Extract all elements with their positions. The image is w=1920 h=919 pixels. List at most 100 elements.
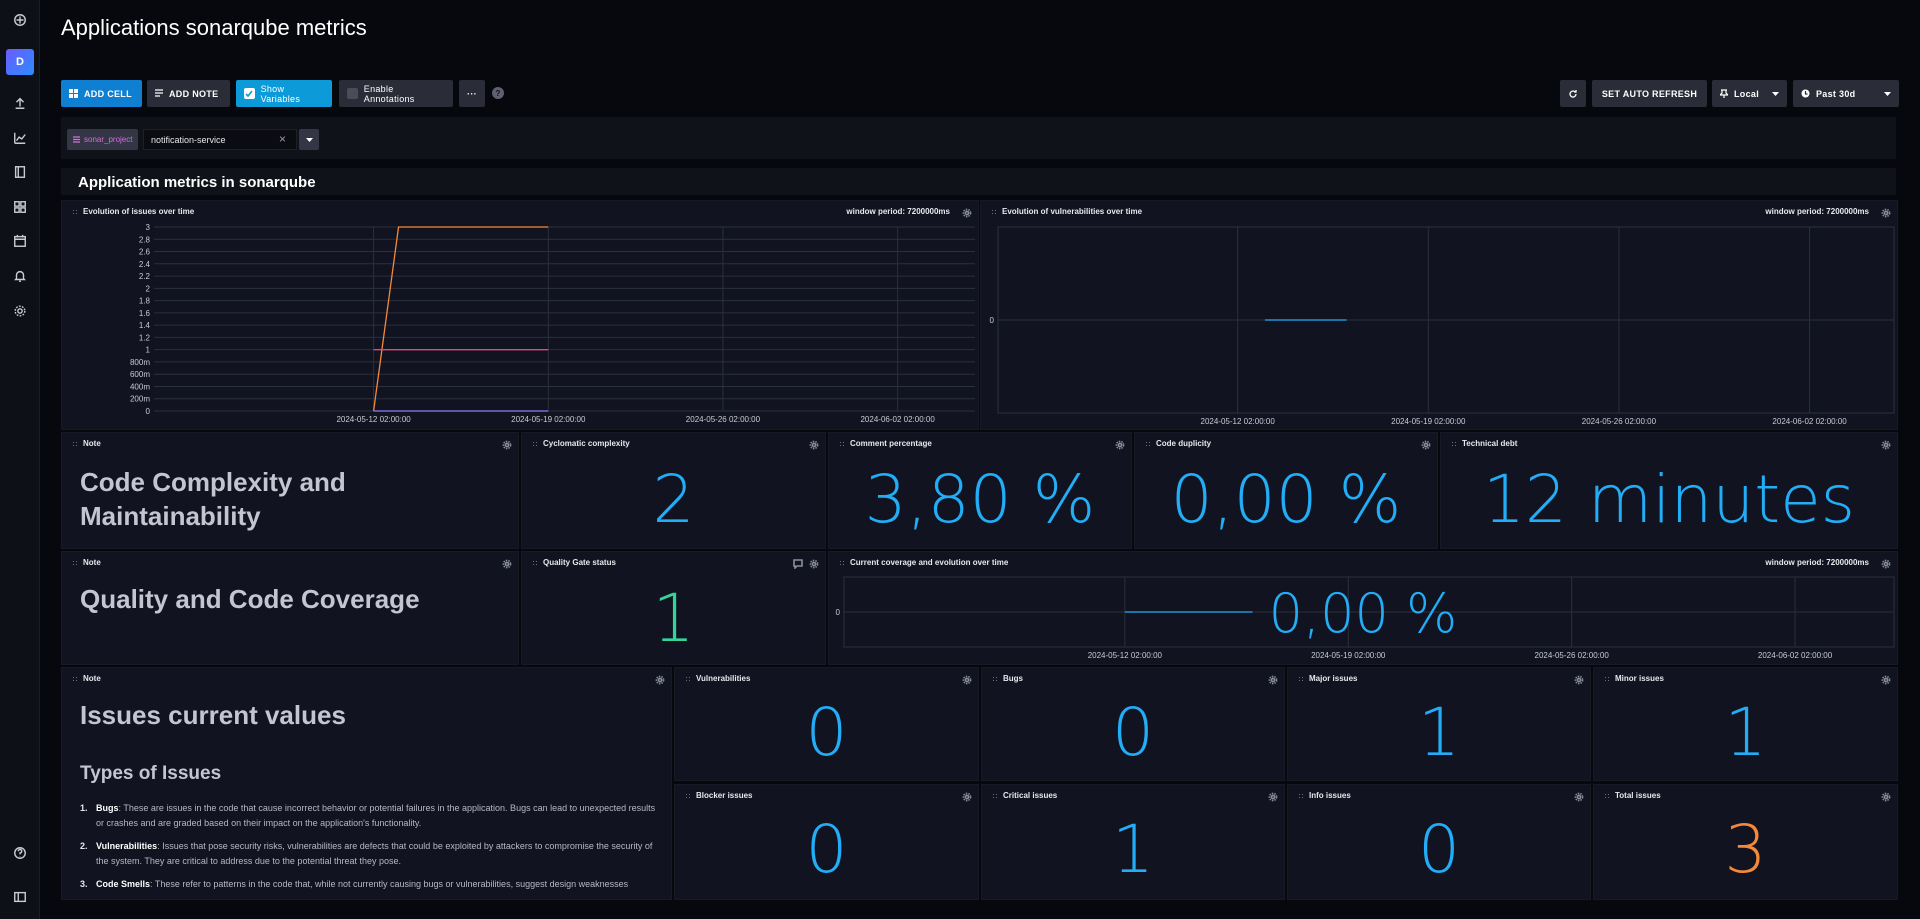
x-tick-label: 2024-06-02 02:00:00 — [860, 415, 935, 424]
drag-handle-icon[interactable] — [532, 559, 538, 566]
chevron-down-icon — [305, 137, 313, 142]
x-tick-label: 2024-05-26 02:00:00 — [686, 415, 761, 424]
list-item: 1. Bugs: These are issues in the code tha… — [80, 801, 660, 831]
cell-settings-icon[interactable] — [809, 556, 819, 569]
stat-value: 0 — [805, 694, 848, 771]
comment-percentage-cell: Comment percentage 3,80 % — [828, 432, 1132, 549]
timezone-dropdown[interactable]: Local — [1712, 80, 1787, 107]
variable-name: sonar_project — [84, 135, 133, 144]
stat-value: 1 — [652, 580, 695, 657]
help-icon[interactable] — [8, 841, 32, 865]
drag-handle-icon[interactable] — [1451, 440, 1457, 447]
cell-title: Blocker issues — [696, 791, 753, 800]
cell-settings-icon[interactable] — [962, 789, 972, 802]
bell-icon[interactable] — [8, 264, 32, 288]
cell-settings-icon[interactable] — [502, 556, 512, 569]
more-button[interactable]: ··· — [459, 80, 485, 107]
coverage-cell: Current coverage and evolution over time… — [828, 551, 1898, 665]
cell-settings-icon[interactable] — [1881, 437, 1891, 450]
calendar-icon[interactable] — [8, 229, 32, 253]
cell-settings-icon[interactable] — [1268, 789, 1278, 802]
enable-annotations-toggle[interactable]: Enable Annotations — [339, 80, 453, 107]
timezone-label: Local — [1734, 88, 1760, 99]
refresh-button[interactable] — [1560, 80, 1586, 107]
cell-settings-icon[interactable] — [502, 437, 512, 450]
drag-handle-icon[interactable] — [1604, 792, 1610, 799]
add-cell-label: ADD CELL — [84, 88, 132, 99]
drag-handle-icon[interactable] — [685, 792, 691, 799]
drag-handle-icon[interactable] — [72, 675, 78, 682]
x-tick-label: 2024-05-12 02:00:00 — [1201, 417, 1276, 426]
more-label: ··· — [467, 88, 477, 99]
drag-handle-icon[interactable] — [992, 675, 998, 682]
drag-handle-icon[interactable] — [1298, 675, 1304, 682]
note-heading-line2: Maintainability — [80, 501, 261, 531]
clear-icon[interactable]: × — [279, 133, 286, 145]
y-tick-label: 1.4 — [139, 321, 151, 330]
add-cell-button[interactable]: ADD CELL — [61, 80, 142, 107]
left-nav: D — [0, 0, 40, 919]
cell-title: Technical debt — [1462, 439, 1518, 448]
logo-icon[interactable] — [8, 8, 32, 32]
auto-refresh-button[interactable]: SET AUTO REFRESH — [1592, 80, 1707, 107]
drag-handle-icon[interactable] — [532, 440, 538, 447]
x-tick-label: 2024-05-19 02:00:00 — [511, 415, 586, 424]
section-title: Application metrics in sonarqube — [78, 174, 316, 191]
y-tick-label: 3 — [146, 223, 151, 232]
x-tick-label: 2024-05-19 02:00:00 — [1311, 651, 1386, 660]
cell-settings-icon[interactable] — [655, 672, 665, 685]
drag-handle-icon[interactable] — [992, 792, 998, 799]
drag-handle-icon[interactable] — [839, 440, 845, 447]
cell-title: Note — [83, 674, 101, 683]
drag-handle-icon[interactable] — [1604, 675, 1610, 682]
list-term: Bugs — [96, 803, 119, 813]
cell-settings-icon[interactable] — [1881, 672, 1891, 685]
cell-settings-icon[interactable] — [1881, 789, 1891, 802]
y-tick-label: 800m — [130, 358, 150, 367]
drag-handle-icon[interactable] — [1298, 792, 1304, 799]
show-variables-label: Show Variables — [260, 83, 301, 104]
notebook-icon[interactable] — [8, 160, 32, 184]
cell-settings-icon[interactable] — [1574, 672, 1584, 685]
stat-value: 2 — [652, 461, 695, 538]
gear-icon[interactable] — [8, 299, 32, 323]
issue-types-list: 1. Bugs: These are issues in the code tha… — [80, 801, 660, 899]
variable-dropdown-button[interactable] — [299, 129, 319, 150]
chevron-down-icon — [1884, 91, 1891, 96]
collapse-icon[interactable] — [8, 885, 32, 909]
drag-handle-icon[interactable] — [72, 559, 78, 566]
show-variables-toggle[interactable]: Show Variables — [236, 80, 332, 107]
cell-settings-icon[interactable] — [1115, 437, 1125, 450]
cell-title: Comment percentage — [850, 439, 932, 448]
vulnerabilities-chart[interactable]: 0 2024-05-12 02:00:00 2024-05-19 02:00:00 2… — [981, 201, 1899, 431]
x-tick-label: 2024-05-26 02:00:00 — [1535, 651, 1610, 660]
cell-settings-icon[interactable] — [962, 672, 972, 685]
y-tick-label: 600m — [130, 370, 150, 379]
time-range-dropdown[interactable]: Past 30d — [1793, 80, 1899, 107]
bugs-cell: Bugs 0 — [981, 667, 1285, 781]
comment-icon[interactable] — [793, 556, 803, 570]
page-title: Applications sonarqube metrics — [61, 15, 367, 40]
drag-handle-icon[interactable] — [72, 440, 78, 447]
y-tick-label: 200m — [130, 395, 150, 404]
graph-icon[interactable] — [8, 126, 32, 150]
cell-settings-icon[interactable] — [1268, 672, 1278, 685]
help-icon[interactable]: ? — [492, 87, 504, 99]
cell-settings-icon[interactable] — [809, 437, 819, 450]
avatar[interactable]: D — [6, 49, 34, 75]
note-issues-cell: Note Issues current values Types of Issu… — [61, 667, 672, 900]
cell-title: Critical issues — [1003, 791, 1058, 800]
pin-icon — [1720, 89, 1728, 98]
cell-settings-icon[interactable] — [1421, 437, 1431, 450]
add-note-button[interactable]: ADD NOTE — [147, 80, 230, 107]
issues-chart[interactable]: 0 200m 400m 600m 800m 1 1.2 1.4 1.6 1.8 2 2.2 2.4 2.6… — [62, 201, 980, 431]
cell-title: Cyclomatic complexity — [543, 439, 630, 448]
dashboards-icon[interactable] — [8, 195, 32, 219]
issues-graph-cell: Evolution of issues over time window per… — [61, 200, 979, 430]
cell-settings-icon[interactable] — [1574, 789, 1584, 802]
variable-value-input[interactable]: notification-service — [143, 129, 297, 150]
drag-handle-icon[interactable] — [685, 675, 691, 682]
drag-handle-icon[interactable] — [1145, 440, 1151, 447]
add-note-label: ADD NOTE — [169, 88, 219, 99]
upload-icon[interactable] — [8, 91, 32, 115]
